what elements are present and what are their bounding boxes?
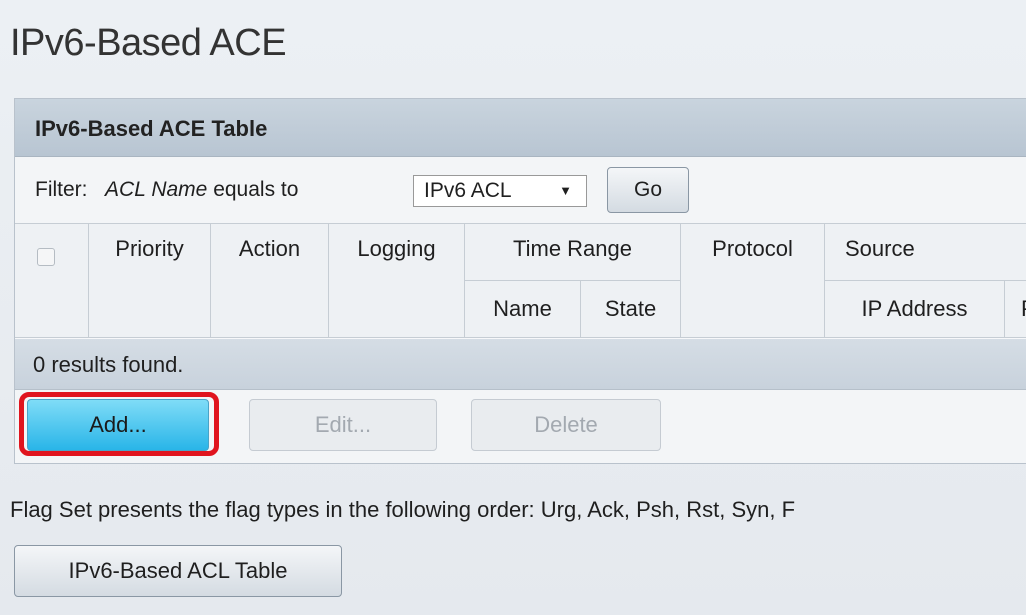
select-all-cell	[15, 224, 89, 338]
delete-button[interactable]: Delete	[471, 399, 661, 451]
filter-operator: equals to	[213, 178, 299, 201]
header-protocol[interactable]: Protocol	[681, 224, 825, 338]
ace-table-panel: IPv6-Based ACE Table Filter: ACL Name eq…	[14, 98, 1026, 464]
results-count: 0 results found.	[33, 352, 184, 377]
flag-set-note: Flag Set presents the flag types in the …	[10, 497, 796, 522]
page: IPv6-Based ACE IPv6-Based ACE Table Filt…	[0, 0, 1026, 615]
header-time-range-name[interactable]: Name	[465, 281, 581, 338]
header-action[interactable]: Action	[211, 224, 329, 338]
header-source-ip[interactable]: IP Address	[825, 281, 1005, 338]
header-source-prefix[interactable]: P	[1005, 281, 1026, 338]
go-button[interactable]: Go	[607, 167, 689, 213]
acl-name-select[interactable]: IPv6 ACL ▼	[413, 175, 587, 207]
header-time-range-state[interactable]: State	[581, 281, 681, 338]
select-all-checkbox[interactable]	[37, 248, 55, 266]
filter-label-group: Filter: ACL Name equals to	[35, 178, 298, 202]
filter-row: Filter: ACL Name equals to IPv6 ACL ▼ Go	[15, 157, 1026, 224]
header-priority[interactable]: Priority	[89, 224, 211, 338]
filter-field: ACL Name	[105, 178, 208, 201]
acl-table-button[interactable]: IPv6-Based ACL Table	[14, 545, 342, 597]
edit-button[interactable]: Edit...	[249, 399, 437, 451]
header-source[interactable]: Source	[825, 224, 1026, 281]
results-row: 0 results found.	[15, 339, 1026, 390]
ace-table-header: Priority Action Logging Time Range Name …	[15, 224, 1026, 338]
header-time-range[interactable]: Time Range	[465, 224, 681, 281]
acl-name-selected: IPv6 ACL	[424, 179, 512, 202]
panel-header: IPv6-Based ACE Table	[15, 99, 1026, 157]
panel-title: IPv6-Based ACE Table	[35, 116, 268, 141]
filter-label: Filter:	[35, 178, 88, 201]
add-button[interactable]: Add...	[27, 399, 209, 451]
header-logging[interactable]: Logging	[329, 224, 465, 338]
page-title: IPv6-Based ACE	[10, 22, 287, 64]
action-buttons-row: Add... Edit... Delete	[15, 390, 1026, 463]
chevron-down-icon: ▼	[559, 183, 572, 198]
